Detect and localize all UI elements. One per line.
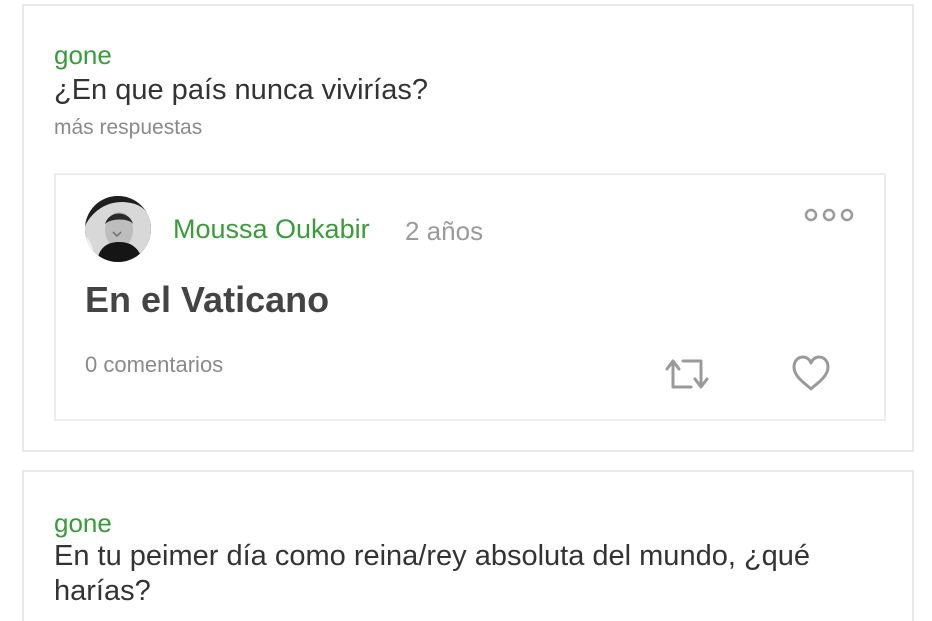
answer-card: Moussa Oukabir 2 años En el Vaticano 0 c… xyxy=(54,173,886,421)
question-text[interactable]: ¿En que país nunca vivirías? xyxy=(54,73,428,107)
question-card: gone ¿En que país nunca vivirías? más re… xyxy=(22,4,914,452)
comments-link[interactable]: 0 comentarios xyxy=(85,351,223,379)
answer-author-link[interactable]: Moussa Oukabir xyxy=(173,213,370,245)
more-answers-link[interactable]: más respuestas xyxy=(54,116,202,140)
question-feed: gone ¿En que país nunca vivirías? más re… xyxy=(0,0,932,621)
question-card: gone En tu peimer día como reina/rey abs… xyxy=(22,470,914,621)
asker-username-link[interactable]: gone xyxy=(54,508,112,538)
avatar-image xyxy=(85,196,151,262)
more-dots-icon[interactable] xyxy=(804,205,854,225)
question-text-line-2[interactable]: harías? xyxy=(54,574,151,608)
answer-timestamp[interactable]: 2 años xyxy=(405,215,483,247)
question-text-line-1[interactable]: En tu peimer día como reina/rey absoluta… xyxy=(54,539,810,573)
heart-icon[interactable] xyxy=(790,353,832,393)
repost-icon[interactable] xyxy=(661,353,713,395)
asker-username-link[interactable]: gone xyxy=(54,40,112,70)
answer-text: En el Vaticano xyxy=(85,279,330,320)
avatar[interactable] xyxy=(85,196,151,262)
